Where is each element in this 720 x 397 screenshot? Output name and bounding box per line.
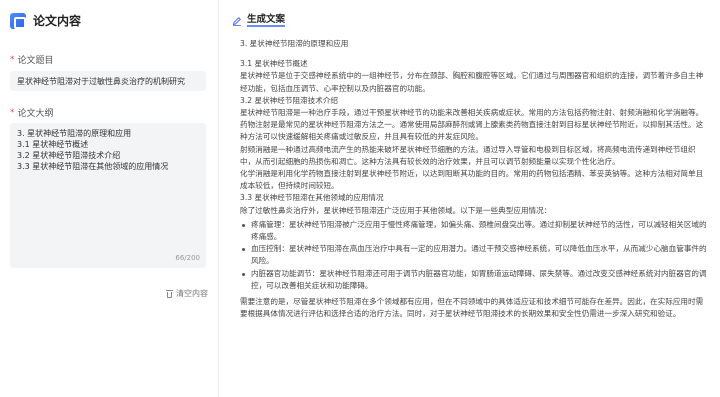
list-item: 血压控制：星状神经节阻滞在高血压治疗中具有一定的应用潜力。通过干预交感神经系统，…: [240, 243, 710, 267]
clear-content-button[interactable]: 清空内容: [166, 288, 208, 299]
paragraph: 化学消融是利用化学药物直接注射到星状神经节附近，以达到阻断其功能的目的。常用的药…: [240, 169, 704, 191]
paragraph: 星状神经节阻滞是一种治疗手段，通过干预星状神经节的功能来改善相关疾病或症状。常用…: [240, 108, 704, 118]
list-item: 疼痛管理：星状神经节阻滞被广泛应用于慢性疼痛管理，如偏头痛、颈椎间盘突出等。通过…: [240, 219, 710, 243]
outline-line: 3.2 星状神经节阻滞技术介绍: [17, 151, 121, 160]
app-logo-icon: [10, 12, 26, 29]
title-input[interactable]: 星状神经节阻滞对于过敏性鼻炎治疗的机制研究: [10, 71, 206, 91]
required-mark: *: [10, 54, 15, 65]
generate-header: 生成文案: [232, 14, 286, 27]
left-panel: 论文内容 * 论文题目 星状神经节阻滞对于过敏性鼻炎治疗的机制研究 * 论文大纲…: [0, 0, 219, 397]
outline-line: 3.1 星状神经节概述: [17, 140, 89, 149]
subsection-heading: 3.1 星状神经节概述: [240, 59, 308, 69]
paragraph: 药物注射是最常见的星状神经节阻滞方法之一。通常使用局部麻醉剂或肾上腺素类药物直接…: [240, 120, 704, 142]
paragraph: 除了过敏性鼻炎治疗外，星状神经节阻滞还广泛应用于其他领域。以下是一些典型应用情况…: [240, 205, 552, 215]
app-header: 论文内容: [10, 12, 81, 29]
closing-paragraph: 需要注意的是，尽管星状神经节阻滞在多个领域都有应用，但在不同领域中的具体适应证和…: [240, 297, 704, 319]
paragraph: 星状神经节是位于交感神经系统中的一组神经节，分布在颈部、胸腔和腹腔等区域。它们通…: [240, 71, 704, 93]
generate-title: 生成文案: [247, 14, 286, 27]
subsection-heading: 3.2 星状神经节阻滞技术介绍: [240, 95, 339, 105]
outline-label-row: * 论文大纲: [10, 106, 54, 120]
required-mark: *: [10, 107, 15, 118]
subsection-heading: 3.3 星状神经节阻滞在其他领域的应用情况: [240, 193, 384, 203]
outline-textarea[interactable]: 3. 星状神经节阻滞的原理和应用 3.1 星状神经节概述 3.2 星状神经节阻滞…: [10, 123, 206, 268]
paragraph: 射频消融是一种通过高频电流产生的热能来破坏星状神经节细胞的方法。通过导入导管和电…: [240, 144, 696, 166]
list-item: 内脏器官功能调节：星状神经节阻滞还可用于调节内脏器官功能，如胃肠道运动障碍、尿失…: [240, 268, 710, 292]
application-list: 疼痛管理：星状神经节阻滞被广泛应用于慢性疼痛管理，如偏头痛、颈椎间盘突出等。通过…: [240, 219, 710, 292]
outline-label: 论文大纲: [17, 109, 54, 119]
outline-line: 3.3 星状神经节阻滞在其他领域的应用情况: [17, 162, 169, 171]
app-title: 论文内容: [33, 14, 82, 28]
char-counter: 66/200: [175, 254, 200, 262]
generated-content: 3. 星状神经节阻滞的原理和应用 3.1 星状神经节概述 星状神经节是位于交感神…: [240, 38, 710, 320]
title-label: 论文题目: [17, 56, 54, 66]
right-panel: 生成文案 3. 星状神经节阻滞的原理和应用 3.1 星状神经节概述 星状神经节是…: [220, 0, 720, 397]
outline-line: 3. 星状神经节阻滞的原理和应用: [17, 129, 132, 138]
edit-pen-icon: [232, 16, 242, 26]
title-label-row: * 论文题目: [10, 53, 54, 67]
trash-icon: [166, 289, 173, 298]
section-heading: 3. 星状神经节阻滞的原理和应用: [240, 39, 349, 48]
clear-content-label: 清空内容: [176, 289, 208, 298]
